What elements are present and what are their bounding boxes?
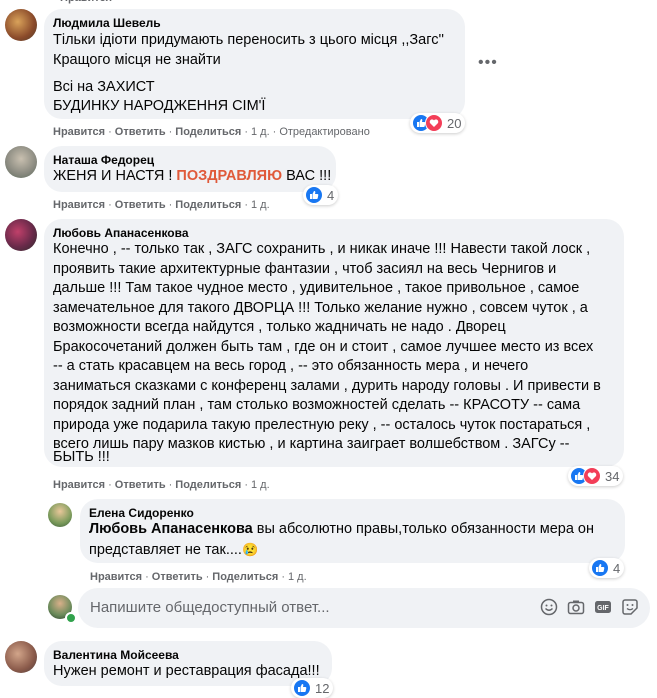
user-tag[interactable]: Любовь Апанасенкова	[89, 521, 253, 537]
online-dot	[65, 612, 77, 624]
reaction-summary[interactable]: 12	[291, 678, 334, 698]
more-options-icon[interactable]: •••	[478, 54, 498, 72]
cut-like-link[interactable]: Нравится	[60, 0, 112, 4]
reply-link[interactable]: Ответить	[115, 199, 166, 211]
reaction-summary[interactable]: 34	[568, 466, 624, 486]
love-reaction-icon	[583, 467, 601, 485]
comment-text-line: замечательное для такого ДВОРЦА !!! Толь…	[53, 299, 588, 316]
comment-author[interactable]: Валентина Мойсеева	[53, 648, 179, 662]
like-reaction-icon	[305, 186, 323, 204]
avatar[interactable]	[5, 9, 37, 41]
comment-author[interactable]: Елена Сидоренко	[89, 506, 194, 520]
comment-text-line: Любовь Апанасенкова вы абсолютно правы,т…	[89, 521, 595, 537]
timestamp[interactable]: 1 д.	[251, 126, 270, 138]
reply-link[interactable]: Ответить	[115, 126, 166, 138]
reaction-count: 12	[315, 680, 330, 696]
comment-text-line: Кращого місця не знайти	[53, 52, 221, 68]
comment-text-line: проявить такие архитектурные фантазии , …	[53, 260, 557, 277]
reaction-summary[interactable]: 20	[410, 113, 466, 133]
comment-text-line: Тільки ідіоти придумають переносить з ць…	[53, 32, 444, 48]
reply-link[interactable]: Ответить	[115, 479, 166, 491]
comment-text-line: природа уже подарила такую прелестную ре…	[53, 416, 591, 433]
comment-actions: Нравится · Ответить · Поделиться · 1 д.	[53, 199, 270, 211]
reaction-count: 4	[327, 187, 335, 203]
comment-text-line: представляет не так....😢	[89, 542, 259, 558]
like-link[interactable]: Нравится	[53, 199, 105, 211]
comment-text-line: возможности всегда найдутся , только жад…	[53, 319, 506, 335]
timestamp[interactable]: 1 д.	[251, 479, 270, 491]
avatar[interactable]	[5, 146, 37, 178]
like-link[interactable]: Нравится	[53, 126, 105, 138]
reaction-summary[interactable]: 4	[589, 558, 625, 578]
comment-text-line: БУДИНКУ НАРОДЖЕННЯ СІМ'Ї	[53, 98, 266, 114]
gif-icon[interactable]: GIF	[594, 598, 614, 618]
avatar[interactable]	[48, 503, 72, 527]
reaction-summary[interactable]: 4	[303, 185, 339, 205]
comment-text-line: порядок задний план , там столько возмож…	[53, 397, 581, 413]
sticker-icon[interactable]	[621, 598, 641, 618]
reaction-count: 20	[447, 115, 462, 131]
comment-text-line: дальше !!! Там такое чудное место , удив…	[53, 280, 580, 296]
reply-input[interactable]: Напишите общедоступный ответ... GIF	[78, 588, 650, 628]
comment-author[interactable]: Людмила Шевель	[53, 16, 161, 30]
comment-actions: Нравится · Ответить · Поделиться · 1 д. · От…	[53, 126, 370, 138]
svg-text:GIF: GIF	[597, 605, 609, 612]
reaction-count: 34	[605, 468, 620, 484]
top-cutoff-row: Нравится	[60, 0, 180, 4]
avatar[interactable]	[5, 641, 37, 673]
comment-text: Нужен ремонт и реставрация фасада!!!	[53, 663, 320, 679]
share-link[interactable]: Поделиться	[212, 571, 278, 583]
like-reaction-icon	[293, 679, 311, 697]
share-link[interactable]: Поделиться	[175, 479, 241, 491]
comment-text-line: БЫТЬ !!!	[53, 449, 110, 465]
like-link[interactable]: Нравится	[53, 479, 105, 491]
emoji-icon[interactable]	[540, 598, 560, 618]
reply-placeholder: Напишите общедоступный ответ...	[90, 599, 330, 616]
timestamp[interactable]: 1 д.	[288, 571, 307, 583]
comment-text-line: -- а стать красавцем на весь город , -- …	[53, 358, 529, 374]
comment-author[interactable]: Наташа Федорец	[53, 153, 154, 167]
share-link[interactable]: Поделиться	[175, 199, 241, 211]
comment-text-line: заниматься сказками с конференц залами ,…	[53, 377, 601, 394]
timestamp[interactable]: 1 д.	[251, 199, 270, 211]
highlighted-word: ПОЗДРАВЛЯЮ	[176, 168, 283, 184]
comment-text-line: Бракосочетаний должен быть там , где он …	[53, 338, 594, 355]
edited-label: Отредактировано	[279, 126, 370, 138]
reply-link[interactable]: Ответить	[152, 571, 203, 583]
comment-text-line: Конечно , -- только так , ЗАГС сохранить…	[53, 241, 591, 257]
comment-text: ЖЕНЯ И НАСТЯ ! ПОЗДРАВЛЯЮ ВАС !!!	[53, 168, 332, 184]
comment-text-line: всего лишь пару мазков кистью , и картин…	[53, 436, 570, 452]
comment-actions: Нравится · Ответить · Поделиться · 1 д.	[90, 571, 307, 583]
share-link[interactable]: Поделиться	[175, 126, 241, 138]
comment-text-line: Всі на ЗАХИСТ	[53, 79, 155, 95]
comment-author[interactable]: Любовь Апанасенкова	[53, 226, 189, 240]
reaction-count: 4	[613, 560, 621, 576]
love-reaction-icon	[425, 114, 443, 132]
like-link[interactable]: Нравится	[90, 571, 142, 583]
comment-actions: Нравится · Ответить · Поделиться · 1 д.	[53, 479, 270, 491]
avatar[interactable]	[5, 219, 37, 251]
like-reaction-icon	[591, 559, 609, 577]
crying-emoji: 😢	[241, 542, 259, 557]
camera-icon[interactable]	[567, 598, 587, 618]
